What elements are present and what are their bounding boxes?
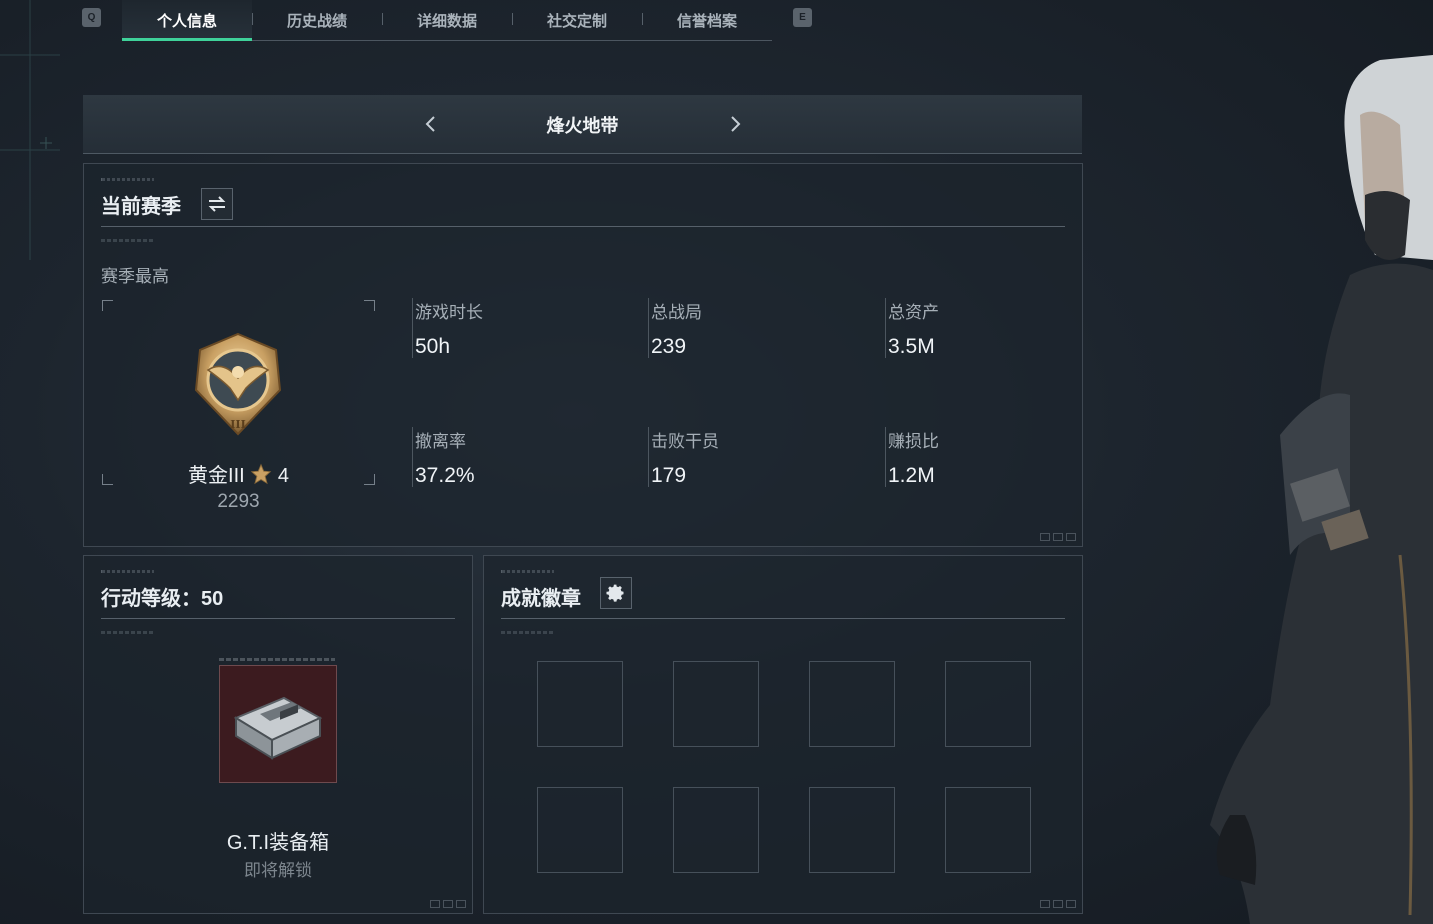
stat-operators-defeated: 击败干员 179 (648, 427, 871, 487)
chevron-right-icon[interactable] (723, 112, 747, 136)
badge-slot[interactable] (537, 661, 623, 747)
stat-label: 击败干员 (651, 432, 719, 451)
stat-total-assets: 总资产 3.5M (885, 298, 1108, 358)
corner-decoration (1040, 900, 1076, 908)
stat-label: 总战局 (651, 303, 702, 322)
badge-slot[interactable] (945, 787, 1031, 873)
tab-label: 个人信息 (156, 12, 217, 30)
badge-slot[interactable] (537, 787, 623, 873)
badge-slot[interactable] (673, 787, 759, 873)
equipment-case-icon (233, 696, 323, 760)
badge-slot[interactable] (945, 661, 1031, 747)
svg-text:III: III (230, 418, 245, 431)
star-icon (250, 463, 272, 485)
tab-detailed-data[interactable]: 详细数据 (382, 0, 512, 40)
reward-item-slot[interactable] (219, 665, 337, 783)
panel-tag-decoration (101, 178, 154, 181)
season-best-label: 赛季最高 (101, 267, 169, 286)
stat-value: 239 (651, 335, 687, 358)
stat-value: 37.2% (415, 464, 475, 487)
profile-tabs: 个人信息 历史战绩 详细数据 社交定制 信誉档案 (122, 0, 772, 41)
panel-tag-decoration (101, 570, 154, 573)
reward-status: 即将解锁 (244, 861, 312, 880)
tab-label: 社交定制 (546, 12, 607, 30)
tab-label: 详细数据 (416, 12, 477, 30)
badge-slot[interactable] (809, 661, 895, 747)
rank-stars: 4 (277, 465, 289, 487)
operator-character-model (1210, 55, 1433, 924)
action-level-title: 行动等级：50 (101, 588, 224, 610)
top-tab-bar: Q 个人信息 历史战绩 详细数据 社交定制 信誉档案 E (0, 0, 1433, 42)
panel-underline-decoration (501, 631, 555, 634)
badge-title: 成就徽章 (501, 588, 581, 610)
panel-tag-decoration (501, 570, 554, 573)
gold-rank-emblem-icon: III (194, 332, 282, 436)
reward-name: G.T.I装备箱 (226, 832, 330, 854)
corner-decoration (430, 900, 466, 908)
game-mode-selector: 烽火地带 (83, 95, 1082, 154)
badge-slot[interactable] (809, 787, 895, 873)
stat-label: 撤离率 (415, 432, 466, 451)
season-title: 当前赛季 (101, 196, 181, 218)
stat-value: 179 (651, 464, 687, 487)
tab-match-history[interactable]: 历史战绩 (252, 0, 382, 40)
stat-value: 50h (415, 335, 451, 358)
tab-personal-info[interactable]: 个人信息 (122, 0, 252, 41)
stat-value: 1.2M (888, 464, 935, 487)
stat-value: 3.5M (888, 335, 935, 358)
game-mode-title: 烽火地带 (546, 116, 619, 136)
panel-header: 行动等级：50 (101, 556, 455, 619)
tab-social-custom[interactable]: 社交定制 (512, 0, 642, 40)
swap-icon[interactable] (201, 188, 233, 220)
stat-label: 赚损比 (888, 432, 939, 451)
panel-header: 当前赛季 (101, 164, 1065, 227)
e-key-hint[interactable]: E (793, 8, 812, 27)
corner-decoration (1040, 533, 1076, 541)
tab-label: 信誉档案 (676, 12, 737, 30)
panel-underline-decoration (101, 631, 155, 634)
rank-name: 黄金III 4 (102, 459, 375, 488)
rank-name-text: 黄金III (188, 465, 245, 487)
badge-slot[interactable] (673, 661, 759, 747)
q-key-hint[interactable]: Q (82, 8, 101, 27)
tab-reputation[interactable]: 信誉档案 (642, 0, 772, 40)
panel-underline-decoration (101, 239, 155, 242)
panel-header: 成就徽章 (501, 556, 1065, 619)
stat-play-time: 游戏时长 50h (412, 298, 635, 358)
rank-score: 2293 (217, 491, 260, 512)
stat-total-matches: 总战局 239 (648, 298, 871, 358)
stat-label: 游戏时长 (415, 303, 483, 322)
stat-extraction-rate: 撤离率 37.2% (412, 427, 635, 487)
stat-label: 总资产 (888, 303, 939, 322)
tab-label: 历史战绩 (286, 12, 347, 30)
gear-icon[interactable] (600, 577, 632, 609)
reward-top-decoration (219, 658, 335, 661)
stat-profit-loss: 赚损比 1.2M (885, 427, 1108, 487)
